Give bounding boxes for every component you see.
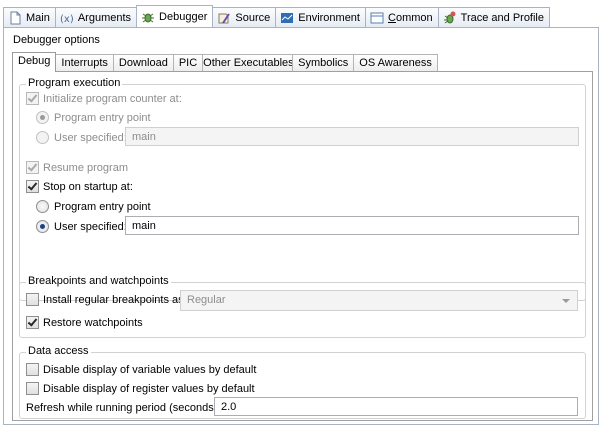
tab-environment[interactable]: Environment <box>275 7 366 27</box>
debugger-panel: Debugger options Debug Interrupts Downlo… <box>3 27 599 425</box>
tab-source[interactable]: Source <box>212 7 277 27</box>
resume-program-label: Resume program <box>43 161 128 174</box>
install-breakpoints-label: Install regular breakpoints as <box>43 293 184 306</box>
program-execution-title: Program execution <box>26 77 123 89</box>
tab-trace-and-profile[interactable]: Trace and Profile <box>437 7 550 27</box>
stop-entry-point-label: Program entry point <box>54 200 151 213</box>
tab-source-label: Source <box>235 11 271 24</box>
tab-common-label: Common <box>388 11 433 24</box>
refresh-period-label: Refresh while running period (seconds): <box>26 402 221 414</box>
tab-download[interactable]: Download <box>112 54 174 72</box>
stop-entry-point-row[interactable]: Program entry point <box>36 200 151 213</box>
init-pc-user-input[interactable]: main <box>125 127 579 146</box>
stop-user-specified-label: User specified: <box>54 220 127 233</box>
tab-debugger-label: Debugger <box>159 10 208 23</box>
debugger-options-label: Debugger options <box>13 34 100 46</box>
breakpoints-group: Breakpoints and watchpoints Install regu… <box>19 275 586 338</box>
tab-debugger[interactable]: Debugger <box>136 5 214 27</box>
init-pc-label: Initialize program counter at: <box>43 92 182 105</box>
init-pc-checkbox[interactable] <box>26 92 39 105</box>
tab-main-label: Main <box>26 11 50 24</box>
init-entry-point-label: Program entry point <box>54 111 151 124</box>
tab-common[interactable]: Common <box>365 7 439 27</box>
init-user-specified-label: User specified: <box>54 131 127 144</box>
breakpoints-title: Breakpoints and watchpoints <box>26 275 171 287</box>
disable-variable-values-row[interactable]: Disable display of variable values by de… <box>26 363 256 376</box>
launch-configuration-dialog: Main (x) Arguments Debugger Source Envir… <box>0 0 600 427</box>
stop-entry-point-radio[interactable] <box>36 200 49 213</box>
disable-variable-values-label: Disable display of variable values by de… <box>43 363 257 376</box>
tab-main[interactable]: Main <box>3 7 56 27</box>
install-breakpoints-checkbox[interactable] <box>26 293 39 306</box>
tab-pic[interactable]: PIC <box>172 54 204 72</box>
source-icon <box>217 11 231 25</box>
resume-program-row[interactable]: Resume program <box>26 161 128 174</box>
tab-arguments[interactable]: (x) Arguments <box>54 7 138 27</box>
tab-trace-label: Trace and Profile <box>460 11 544 24</box>
disable-register-values-row[interactable]: Disable display of register values by de… <box>26 382 255 395</box>
chevron-down-icon <box>562 299 570 303</box>
data-access-title: Data access <box>26 345 91 357</box>
tab-os-awareness[interactable]: OS Awareness <box>353 54 438 72</box>
disable-variable-values-checkbox[interactable] <box>26 363 39 376</box>
restore-watchpoints-checkbox[interactable] <box>26 316 39 329</box>
init-pc-row[interactable]: Initialize program counter at: <box>26 92 182 105</box>
tab-arguments-label: Arguments <box>77 11 132 24</box>
inner-tab-strip: Debug Interrupts Download PIC Other Exec… <box>12 52 438 72</box>
trace-icon <box>443 11 457 25</box>
init-entry-point-radio[interactable] <box>36 111 49 124</box>
stop-user-specified-row[interactable]: User specified: <box>36 220 127 233</box>
refresh-period-row: Refresh while running period (seconds): <box>26 402 220 414</box>
resume-program-checkbox[interactable] <box>26 161 39 174</box>
init-user-specified-row[interactable]: User specified: <box>36 131 127 144</box>
debugger-icon <box>141 10 155 24</box>
common-icon <box>370 11 384 25</box>
stop-on-startup-row[interactable]: Stop on startup at: <box>26 180 133 193</box>
stop-on-startup-label: Stop on startup at: <box>43 180 133 193</box>
restore-watchpoints-row[interactable]: Restore watchpoints <box>26 316 143 329</box>
debug-tab-content: Program execution Initialize program cou… <box>12 71 593 421</box>
top-tab-strip: Main (x) Arguments Debugger Source Envir… <box>3 5 550 27</box>
svg-text:(x): (x) <box>60 14 74 25</box>
tab-interrupts[interactable]: Interrupts <box>55 54 114 72</box>
stop-user-specified-radio[interactable] <box>36 220 49 233</box>
refresh-period-input[interactable]: 2.0 <box>214 397 578 416</box>
tab-symbolics[interactable]: Symbolics <box>292 54 355 72</box>
data-access-group: Data access Disable display of variable … <box>19 345 586 419</box>
program-execution-group: Program execution Initialize program cou… <box>19 77 586 301</box>
restore-watchpoints-label: Restore watchpoints <box>43 316 143 329</box>
document-icon <box>8 11 22 25</box>
breakpoint-type-value: Regular <box>187 294 226 306</box>
tab-environment-label: Environment <box>298 11 360 24</box>
breakpoint-type-select[interactable]: Regular <box>180 290 578 311</box>
stop-on-startup-checkbox[interactable] <box>26 180 39 193</box>
tab-other-executables[interactable]: Other Executables <box>202 54 294 72</box>
environment-icon <box>280 11 294 25</box>
tab-debug[interactable]: Debug <box>12 52 57 72</box>
arguments-icon: (x) <box>60 11 74 25</box>
stop-user-specified-input[interactable]: main <box>125 216 579 235</box>
disable-register-values-label: Disable display of register values by de… <box>43 382 255 395</box>
install-breakpoints-row[interactable]: Install regular breakpoints as <box>26 293 184 306</box>
init-user-specified-radio[interactable] <box>36 131 49 144</box>
init-entry-point-row[interactable]: Program entry point <box>36 111 151 124</box>
disable-register-values-checkbox[interactable] <box>26 382 39 395</box>
